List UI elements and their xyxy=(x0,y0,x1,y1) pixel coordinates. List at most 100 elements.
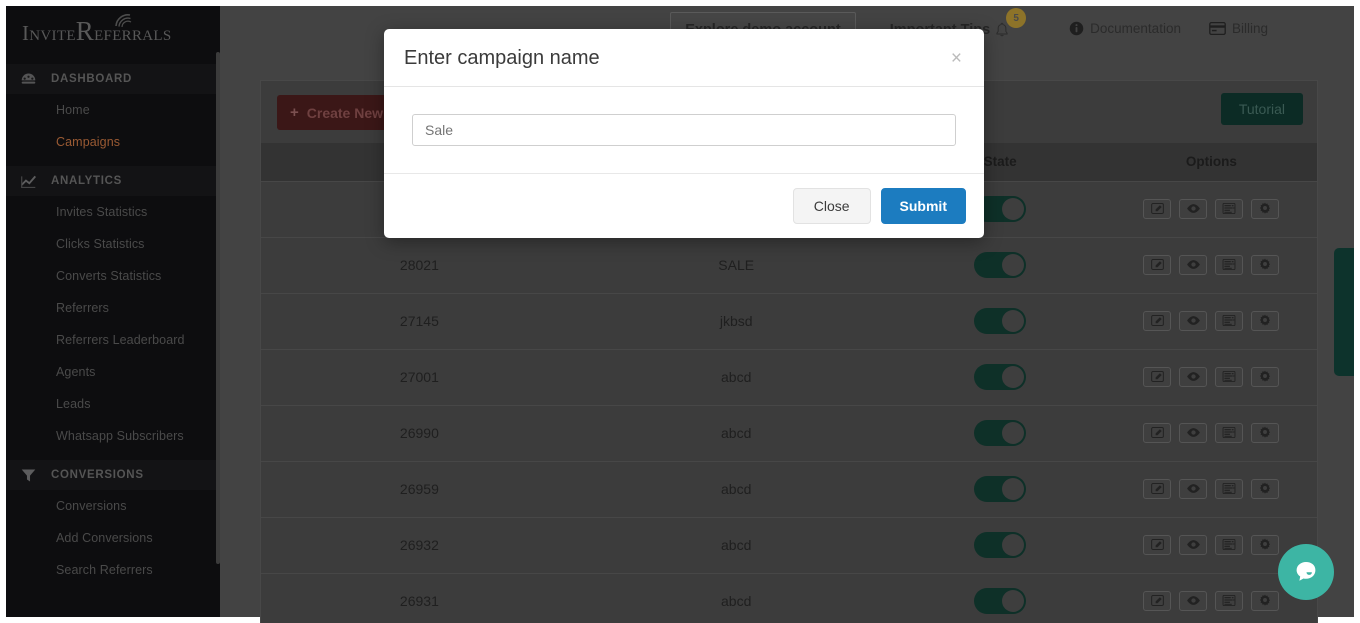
documentation-label: Documentation xyxy=(1090,20,1181,36)
campaign-state-toggle[interactable] xyxy=(974,364,1027,390)
eye-button[interactable] xyxy=(1179,199,1208,219)
edit-icon xyxy=(1151,369,1164,385)
cell-campaign-options xyxy=(1105,292,1317,349)
edit-icon xyxy=(1151,537,1164,553)
table-body: 28035abcd28021SALE27145jkbsd27001abcd269… xyxy=(261,180,1317,623)
eye-button[interactable] xyxy=(1179,535,1208,555)
sidebar-item-referrers-leaderboard[interactable]: Referrers Leaderboard xyxy=(6,324,220,356)
sidebar-item-agents[interactable]: Agents xyxy=(6,356,220,388)
cell-campaign-state xyxy=(894,236,1106,293)
edit-button[interactable] xyxy=(1143,535,1172,555)
sidebar-section-conversions[interactable]: CONVERSIONS xyxy=(6,460,220,490)
gear-button[interactable] xyxy=(1251,311,1280,331)
eye-button[interactable] xyxy=(1179,255,1208,275)
report-list-button[interactable] xyxy=(1215,535,1244,555)
report-list-button[interactable] xyxy=(1215,423,1244,443)
edit-button[interactable] xyxy=(1143,479,1172,499)
edit-button[interactable] xyxy=(1143,591,1172,612)
campaign-state-toggle[interactable] xyxy=(974,308,1027,334)
credit-card-icon xyxy=(1209,21,1226,35)
table-row: 26931 abcd xyxy=(261,572,1317,623)
sidebar-section-label: DASHBOARD xyxy=(51,73,133,85)
gear-icon xyxy=(1259,425,1271,441)
close-icon[interactable]: × xyxy=(949,47,964,70)
report-list-button[interactable] xyxy=(1215,255,1244,275)
gear-button[interactable] xyxy=(1251,199,1280,219)
cell-campaign-options xyxy=(1105,180,1317,237)
sidebar-item-home[interactable]: Home xyxy=(6,94,220,126)
toggle-knob xyxy=(1002,366,1025,388)
sidebar-item-clicks-statistics[interactable]: Clicks Statistics xyxy=(6,228,220,260)
chat-widget-button[interactable] xyxy=(1278,544,1334,600)
sidebar-item-search-referrers[interactable]: Search Referrers xyxy=(6,554,220,586)
sidebar-item-leads[interactable]: Leads xyxy=(6,388,220,420)
eye-button[interactable] xyxy=(1179,311,1208,331)
column-header-options[interactable]: Options xyxy=(1105,143,1317,181)
info-circle-icon xyxy=(1069,21,1084,35)
eye-button[interactable] xyxy=(1179,423,1208,443)
report-list-button[interactable] xyxy=(1215,479,1244,499)
option-button-group xyxy=(1106,423,1317,443)
eye-icon xyxy=(1186,481,1201,497)
toggle-knob xyxy=(1002,254,1025,276)
gear-button[interactable] xyxy=(1251,423,1280,443)
gear-icon xyxy=(1259,537,1271,553)
campaign-state-toggle[interactable] xyxy=(974,252,1027,278)
eye-button[interactable] xyxy=(1179,591,1208,612)
sidebar-section-analytics[interactable]: ANALYTICS xyxy=(6,166,220,196)
sidebar-item-add-conversions[interactable]: Add Conversions xyxy=(6,522,220,554)
modal-close-button[interactable]: Close xyxy=(792,188,871,224)
cell-campaign-id: 26959 xyxy=(261,460,578,517)
plus-icon: + xyxy=(290,104,299,121)
report-list-button[interactable] xyxy=(1215,591,1244,612)
edit-button[interactable] xyxy=(1143,255,1172,275)
report-list-button[interactable] xyxy=(1215,199,1244,219)
sidebar-section-label: ANALYTICS xyxy=(51,175,123,187)
sidebar-section-dashboard[interactable]: DASHBOARD xyxy=(6,64,220,94)
sidebar-item-campaigns[interactable]: Campaigns xyxy=(6,126,220,158)
campaign-state-toggle[interactable] xyxy=(974,420,1027,446)
report-list-button[interactable] xyxy=(1215,367,1244,387)
gear-button[interactable] xyxy=(1251,367,1280,387)
table-row: 28021 SALE xyxy=(261,236,1317,293)
documentation-link[interactable]: Documentation xyxy=(1069,21,1181,36)
gear-button[interactable] xyxy=(1251,535,1280,555)
edit-button[interactable] xyxy=(1143,311,1172,331)
wifi-arc-icon xyxy=(115,14,132,28)
report-list-button[interactable] xyxy=(1215,311,1244,331)
campaign-name-input[interactable] xyxy=(412,114,956,146)
option-button-group xyxy=(1106,311,1317,331)
campaign-state-toggle[interactable] xyxy=(974,588,1027,615)
edit-button[interactable] xyxy=(1143,199,1172,219)
eye-button[interactable] xyxy=(1179,479,1208,499)
sidebar-item-whatsapp-subscribers[interactable]: Whatsapp Subscribers xyxy=(6,420,220,452)
sidebar-item-referrers[interactable]: Referrers xyxy=(6,292,220,324)
campaign-state-toggle[interactable] xyxy=(974,476,1027,502)
side-promo-tab[interactable] xyxy=(1334,248,1354,376)
toggle-knob xyxy=(1002,198,1025,220)
edit-icon xyxy=(1151,201,1164,217)
edit-button[interactable] xyxy=(1143,367,1172,387)
eye-button[interactable] xyxy=(1179,367,1208,387)
tutorial-button[interactable]: Tutorial xyxy=(1220,93,1303,125)
dashboard-gauge-icon xyxy=(21,73,36,84)
sidebar-item-conversions[interactable]: Conversions xyxy=(6,490,220,522)
sidebar-item-converts-statistics[interactable]: Converts Statistics xyxy=(6,260,220,292)
edit-button[interactable] xyxy=(1143,423,1172,443)
cell-campaign-name: abcd xyxy=(577,460,895,517)
cell-campaign-id: 26990 xyxy=(261,404,578,461)
report-list-icon xyxy=(1222,593,1236,609)
gear-button[interactable] xyxy=(1251,591,1280,612)
billing-link[interactable]: Billing xyxy=(1209,21,1268,36)
toggle-knob xyxy=(1002,534,1025,556)
gear-button[interactable] xyxy=(1251,255,1280,275)
table-row: 26932 abcd xyxy=(261,516,1317,573)
cell-campaign-options xyxy=(1105,404,1317,461)
sidebar-item-invites-statistics[interactable]: Invites Statistics xyxy=(6,196,220,228)
edit-icon xyxy=(1151,257,1164,273)
modal-submit-button[interactable]: Submit xyxy=(880,188,966,224)
campaign-state-toggle[interactable] xyxy=(974,532,1027,558)
gear-button[interactable] xyxy=(1251,479,1280,499)
brand-logo[interactable]: InviteReferrals xyxy=(6,6,220,56)
cell-campaign-name: jkbsd xyxy=(577,292,895,349)
